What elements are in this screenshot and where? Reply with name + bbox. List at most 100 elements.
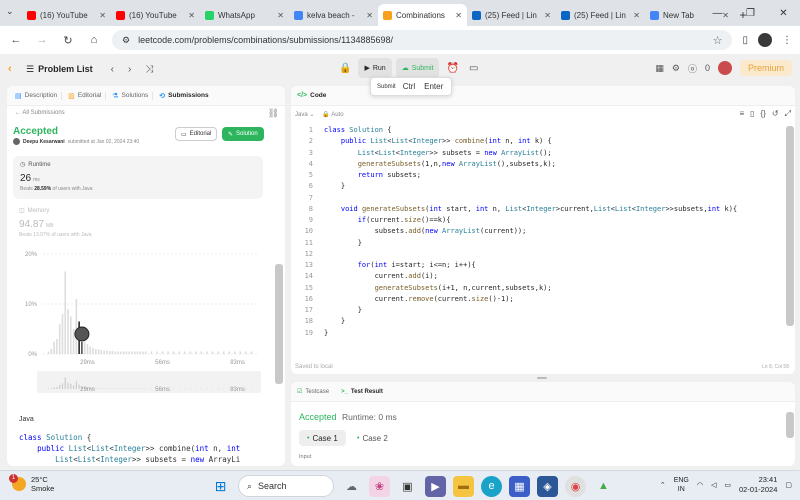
teams-icon[interactable]: ▶ [425, 475, 446, 497]
prev-problem-icon[interactable]: ‹ [111, 64, 114, 75]
chart-bar[interactable] [56, 339, 58, 354]
chart-bar[interactable] [250, 351, 253, 355]
chart-bar[interactable] [50, 349, 53, 354]
chart-bar[interactable] [133, 351, 136, 355]
panel-resize-handle[interactable] [537, 377, 547, 379]
next-problem-icon[interactable]: › [128, 64, 131, 75]
chart-bar[interactable] [92, 348, 94, 354]
chart-bar[interactable] [75, 299, 78, 354]
store-app-icon[interactable]: ◈ [537, 475, 558, 497]
site-info-icon[interactable]: ⚙ [122, 35, 130, 46]
chart-bar[interactable] [239, 351, 242, 355]
reload-icon[interactable]: ↻ [60, 34, 76, 47]
wifi-icon[interactable]: ◠ [697, 481, 703, 489]
braces-icon[interactable]: {} [761, 109, 766, 119]
chart-bar[interactable] [206, 351, 208, 355]
tab-close-icon[interactable]: ✕ [633, 11, 640, 20]
case-2-tab[interactable]: • Case 2 [349, 430, 396, 446]
solution-button[interactable]: ✎ Solution [222, 127, 264, 141]
bookmark-star-icon[interactable]: ☆ [713, 34, 723, 47]
chart-bar[interactable] [172, 351, 175, 355]
bookmark-icon[interactable]: ▯ [750, 109, 754, 119]
url-field[interactable]: ⚙ leetcode.com/problems/combinations/sub… [112, 30, 733, 50]
chart-bar[interactable] [211, 351, 214, 355]
chart-bar[interactable] [139, 351, 142, 355]
browser-tab[interactable]: (16) YouTube ✕ [22, 4, 111, 26]
maximize-icon[interactable]: ❐ [734, 0, 767, 26]
input-language[interactable]: ENG IN [674, 476, 689, 494]
browser-tab[interactable]: kelva beach - ✕ [289, 4, 378, 26]
submitter-name[interactable]: Deepu Kesarwani [23, 139, 65, 145]
tab-close-icon[interactable]: ✕ [188, 11, 195, 20]
tab-close-icon[interactable]: ✕ [277, 11, 284, 20]
fullscreen-icon[interactable]: ⤢ [785, 109, 791, 119]
chart-bar[interactable] [178, 351, 180, 355]
runtime-distribution-chart[interactable]: 20% 10% 0% 29ms 56ms 83ms 29ms 56ms 83ms [7, 246, 285, 396]
tab-solutions[interactable]: ⚗ Solutions [108, 91, 154, 100]
profile-avatar[interactable] [758, 33, 772, 47]
chart-bar[interactable] [150, 351, 153, 355]
chart-bar[interactable] [195, 351, 197, 355]
auto-mode[interactable]: 🔒 Auto [322, 111, 343, 118]
tab-close-icon[interactable]: ✕ [366, 11, 373, 20]
chart-bar[interactable] [95, 349, 97, 354]
back-icon[interactable]: ← [8, 34, 24, 46]
chart-bar[interactable] [142, 351, 144, 355]
chart-navigator[interactable] [37, 371, 261, 393]
chart-bar[interactable] [189, 351, 192, 355]
chart-bar[interactable] [128, 351, 130, 355]
close-window-icon[interactable]: ✕ [767, 0, 800, 26]
widgets-icon[interactable]: ☁ [341, 476, 362, 497]
case-1-tab[interactable]: • Case 1 [299, 430, 346, 446]
shuffle-icon[interactable]: ⤨ [145, 64, 153, 75]
chart-bar[interactable] [167, 351, 169, 355]
chart-bar[interactable] [233, 351, 236, 355]
tab-testcase[interactable]: ☑ Testcase [297, 388, 329, 396]
chart-bar[interactable] [136, 351, 139, 355]
sidebar-icon[interactable]: ▯ [742, 35, 748, 46]
format-icon[interactable]: ≡ [739, 109, 744, 119]
chart-bar[interactable] [83, 341, 86, 355]
browser-menu-icon[interactable]: ⋮ [782, 35, 792, 46]
chart-bar[interactable] [114, 351, 117, 355]
streak-fire-icon[interactable]: ⓞ [688, 62, 697, 75]
browser-tab[interactable]: WhatsApp ✕ [200, 4, 289, 26]
clock[interactable]: 23:41 02-01-2024 [739, 475, 777, 495]
taskbar-search[interactable]: ⌕ Search [238, 475, 334, 497]
chart-bar[interactable] [145, 351, 147, 355]
chart-bar[interactable] [161, 351, 164, 355]
chart-bar[interactable] [47, 351, 50, 355]
chart-bar[interactable] [86, 344, 89, 354]
chart-bar[interactable] [156, 351, 158, 355]
tab-close-icon[interactable]: ✕ [99, 11, 106, 20]
share-link-icon[interactable]: ⛓ [268, 108, 279, 119]
timer-icon[interactable]: ⏰ [443, 58, 461, 78]
task-view-icon[interactable]: ▣ [397, 476, 418, 497]
notification-icon[interactable]: ▢ [785, 481, 792, 489]
chart-bar[interactable] [67, 309, 69, 354]
chart-bar[interactable] [69, 316, 72, 355]
speaker-icon[interactable]: ◁ [711, 481, 716, 489]
chart-bar[interactable] [111, 351, 114, 354]
runtime-card[interactable]: ◷ Runtime 26 ms Beats 28.59% of users wit… [13, 156, 263, 199]
battery-icon[interactable]: ▭ [724, 481, 731, 489]
chart-bar[interactable] [100, 350, 103, 354]
browser-tab[interactable]: (16) YouTube ✕ [111, 4, 200, 26]
test-panel-scrollbar[interactable] [786, 412, 794, 438]
problem-list-button[interactable]: ☰ Problem List [26, 64, 93, 75]
chart-bar[interactable] [200, 351, 203, 355]
tab-search-icon[interactable]: ⌄ [6, 6, 14, 17]
tab-test-result[interactable]: >_ Test Result [341, 389, 383, 395]
chart-bar[interactable] [64, 271, 67, 355]
memory-card[interactable]: ◫ Memory 94.87 MB Beats 13.07% of users w… [19, 207, 92, 239]
chart-bar[interactable] [245, 351, 247, 355]
left-panel-scrollbar[interactable] [275, 264, 283, 384]
chart-bar[interactable] [117, 351, 119, 355]
home-icon[interactable]: ⌂ [86, 34, 102, 46]
chart-bar[interactable] [103, 350, 105, 355]
debug-icon[interactable]: 🔒 [336, 58, 354, 78]
chart-bar[interactable] [53, 341, 55, 355]
chart-bar[interactable] [58, 324, 61, 354]
settings-gear-icon[interactable]: ⚙ [672, 63, 680, 74]
user-avatar[interactable] [717, 61, 732, 75]
